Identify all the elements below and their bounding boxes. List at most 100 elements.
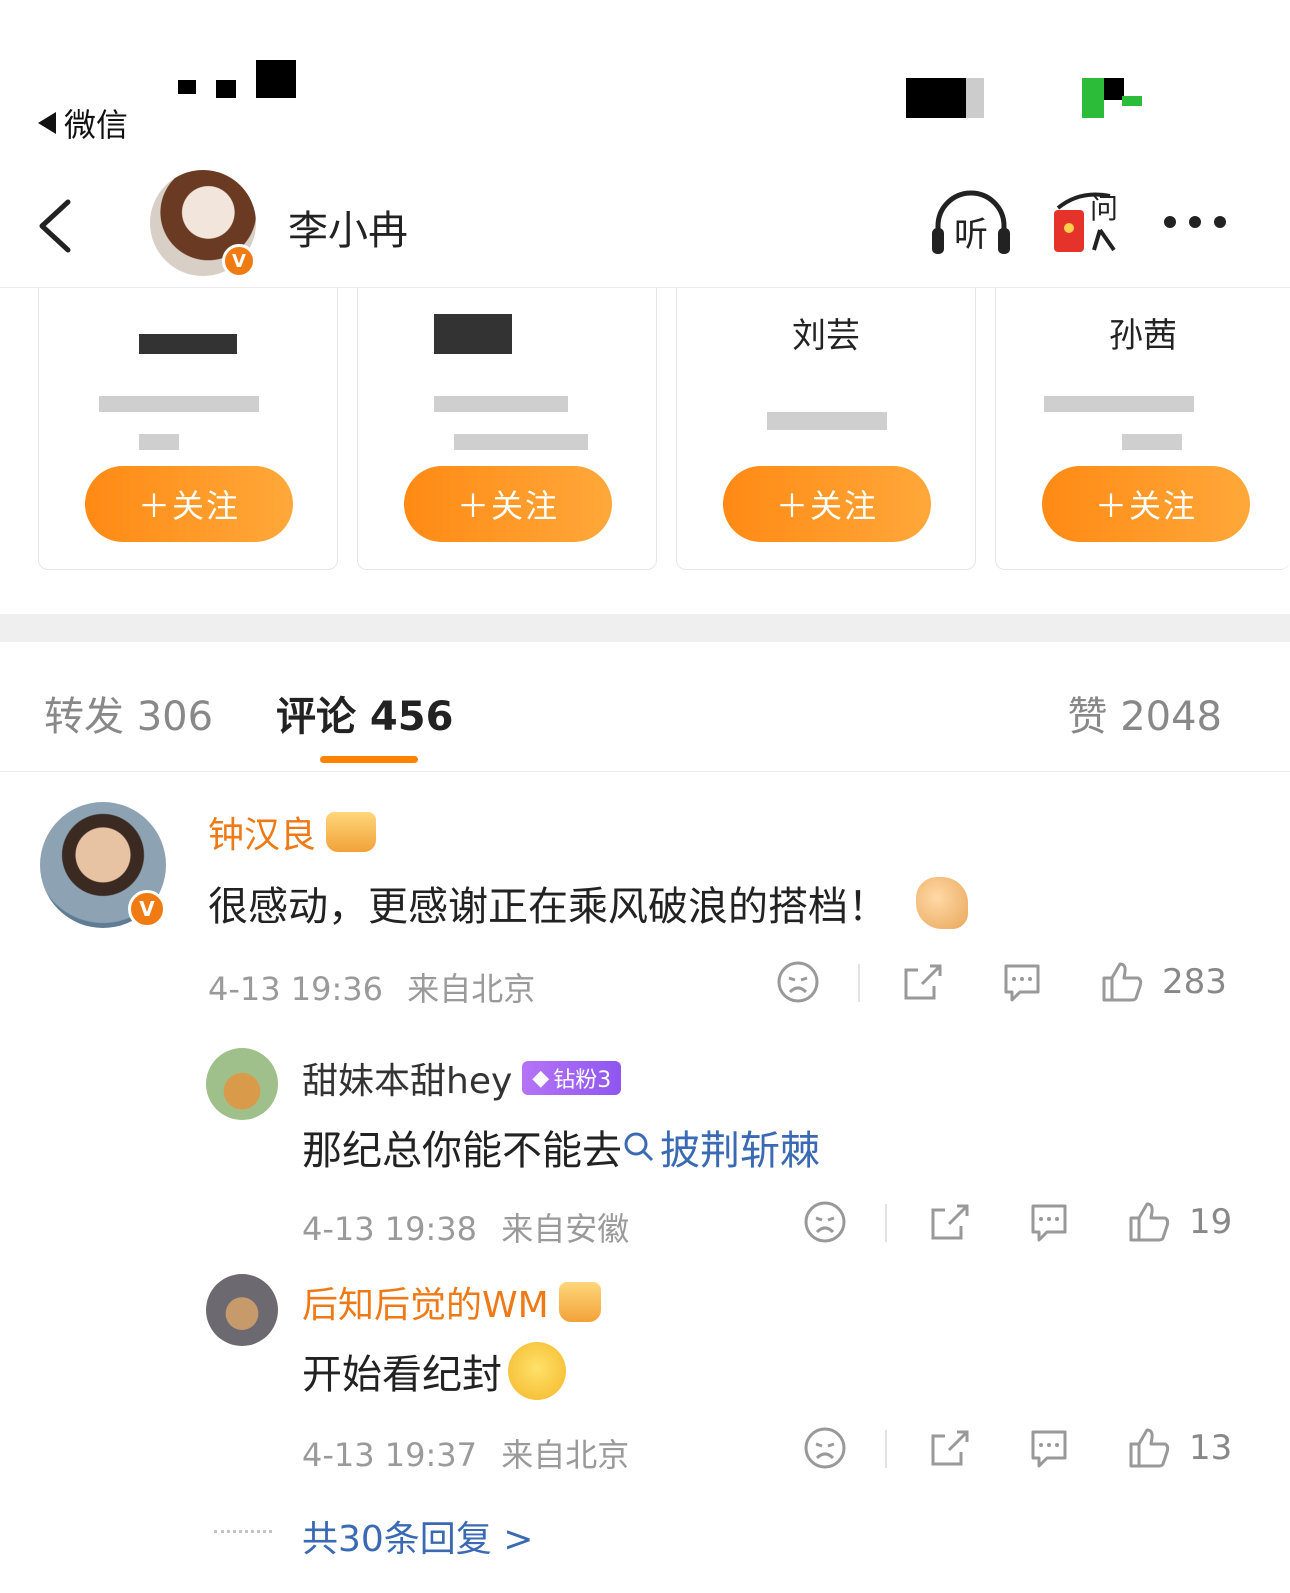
avatar[interactable] <box>206 1048 278 1120</box>
like-icon[interactable] <box>1100 960 1144 1004</box>
reply-icon[interactable] <box>1000 960 1044 1004</box>
diamond-icon: ◆ <box>532 1065 550 1091</box>
reply-icon[interactable] <box>1027 1426 1071 1470</box>
comment-actions: 283 <box>776 960 1236 1010</box>
action-separator <box>885 1430 887 1468</box>
verified-badge-icon: V <box>128 890 166 928</box>
like-count: 283 <box>1162 962 1227 1002</box>
redacted-block <box>178 80 196 94</box>
like-count: 13 <box>1189 1428 1233 1468</box>
comment-time: 4-13 19:36 <box>208 970 384 1008</box>
reply-meta: 4-13 19:37 来自北京 <box>302 1430 629 1476</box>
action-separator <box>858 964 860 1002</box>
share-icon[interactable] <box>927 1426 971 1470</box>
reply-text: 开始看纪封 <box>302 1342 566 1400</box>
recommended-users-row: ＋关注 ＋关注 刘芸 ＋关注 孙茜 ＋关注 <box>0 288 1290 588</box>
view-all-replies-link[interactable]: 共30条回复 > <box>302 1510 533 1562</box>
redacted-block <box>906 78 966 118</box>
reply-username[interactable]: 后知后觉的WM <box>302 1276 601 1328</box>
like-icon[interactable] <box>1127 1426 1171 1470</box>
dislike-icon[interactable] <box>803 1426 847 1470</box>
follow-button[interactable]: ＋关注 <box>85 466 293 542</box>
reply-text-label: 开始看纪封 <box>302 1352 502 1398</box>
redacted-text <box>767 412 887 430</box>
reply-text-label: 那纪总你能不能去 <box>302 1128 622 1174</box>
redacted-name <box>434 314 512 354</box>
search-icon <box>624 1132 654 1162</box>
status-bar: 微信 <box>0 0 1290 160</box>
recommend-user-name[interactable]: 刘芸 <box>677 308 975 357</box>
page-title[interactable]: 李小冉 <box>288 198 408 256</box>
reply-item: 后知后觉的WM 开始看纪封 4-13 19:37 来自北京 13 <box>0 1272 1290 1474</box>
crown-badge-icon <box>558 1282 601 1322</box>
reply-item: 甜妹本甜hey ◆ 钻粉3 那纪总你能不能去 披荆斩棘 4-13 19:38 来自… <box>0 1046 1290 1248</box>
redacted-name <box>139 334 237 354</box>
reply-meta: 4-13 19:38 来自安徽 <box>302 1204 629 1250</box>
redacted-block <box>1082 78 1104 118</box>
share-icon[interactable] <box>900 960 944 1004</box>
tab-likes[interactable]: 赞 2048 <box>1067 684 1222 742</box>
redacted-text <box>434 396 568 412</box>
reply-actions: 19 <box>803 1200 1243 1250</box>
share-icon[interactable] <box>927 1200 971 1244</box>
page-header: V 李小冉 听 问 <box>0 160 1290 288</box>
dislike-icon[interactable] <box>776 960 820 1004</box>
comment-username-label: 钟汉良 <box>208 815 317 856</box>
listen-label: 听 <box>954 215 988 255</box>
listen-icon[interactable]: 听 <box>930 188 1012 258</box>
like-icon[interactable] <box>1127 1200 1171 1244</box>
back-to-wechat[interactable]: 微信 <box>38 100 128 146</box>
reply-time: 4-13 19:37 <box>302 1436 478 1474</box>
reply-icon[interactable] <box>1027 1200 1071 1244</box>
avatar[interactable] <box>206 1274 278 1346</box>
tab-repost[interactable]: 转发 306 <box>44 684 213 742</box>
replies-dots-divider <box>214 1530 272 1533</box>
section-divider <box>0 614 1290 642</box>
follow-button[interactable]: ＋关注 <box>723 466 931 542</box>
recommend-user-name[interactable]: 孙茜 <box>996 308 1290 357</box>
recommend-card: 刘芸 ＋关注 <box>676 288 976 570</box>
reply-location: 来自北京 <box>501 1436 630 1474</box>
redacted-text <box>99 396 259 412</box>
redacted-block <box>256 60 296 98</box>
like-count: 19 <box>1189 1202 1233 1242</box>
fan-level-badge: ◆ 钻粉3 <box>522 1061 622 1095</box>
active-tab-indicator <box>320 756 418 763</box>
verified-badge-icon: V <box>222 244 256 278</box>
reply-actions: 13 <box>803 1426 1243 1476</box>
ask-red-envelope-icon[interactable]: 问 <box>1050 188 1132 258</box>
back-to-wechat-label: 微信 <box>64 106 129 144</box>
follow-button[interactable]: ＋关注 <box>404 466 612 542</box>
fan-badge-label: 钻粉3 <box>553 1068 612 1093</box>
topic-link-label: 披荆斩棘 <box>660 1128 820 1174</box>
action-separator <box>885 1204 887 1242</box>
more-options-icon[interactable] <box>1162 212 1228 232</box>
dislike-icon[interactable] <box>803 1200 847 1244</box>
follow-button[interactable]: ＋关注 <box>1042 466 1250 542</box>
redacted-block <box>1104 78 1124 100</box>
recommend-card: ＋关注 <box>357 288 657 570</box>
topic-link[interactable]: 披荆斩棘 <box>622 1118 820 1176</box>
ask-label: 问 <box>1090 192 1118 225</box>
back-arrow-icon[interactable] <box>36 198 76 254</box>
reply-time: 4-13 19:38 <box>302 1210 478 1248</box>
redacted-text <box>1044 396 1194 412</box>
recommend-card: 孙茜 ＋关注 <box>995 288 1290 570</box>
reply-location: 来自安徽 <box>501 1210 630 1248</box>
reply-text: 那纪总你能不能去 披荆斩棘 <box>302 1118 820 1176</box>
recommend-card: ＋关注 <box>38 288 338 570</box>
redacted-block <box>966 78 984 118</box>
redacted-text <box>454 434 588 450</box>
comment-item: V 钟汉良 很感动，更感谢正在乘风破浪的搭档！ 4-13 19:36 来自北京 … <box>0 800 1290 1020</box>
comment-text-label: 很感动，更感谢正在乘风破浪的搭档！ <box>208 884 888 930</box>
tab-comments[interactable]: 评论 456 <box>276 684 453 742</box>
reply-username[interactable]: 甜妹本甜hey ◆ 钻粉3 <box>302 1052 622 1104</box>
reply-username-label: 甜妹本甜hey <box>302 1061 513 1102</box>
redacted-text <box>1122 434 1182 450</box>
comment-username[interactable]: 钟汉良 <box>208 806 377 858</box>
comment-location: 来自北京 <box>407 970 536 1008</box>
crown-badge-icon <box>326 812 377 852</box>
interaction-tabs: 转发 306 评论 456 赞 2048 <box>0 642 1290 772</box>
back-triangle-icon <box>38 112 56 134</box>
redacted-block <box>216 80 236 98</box>
